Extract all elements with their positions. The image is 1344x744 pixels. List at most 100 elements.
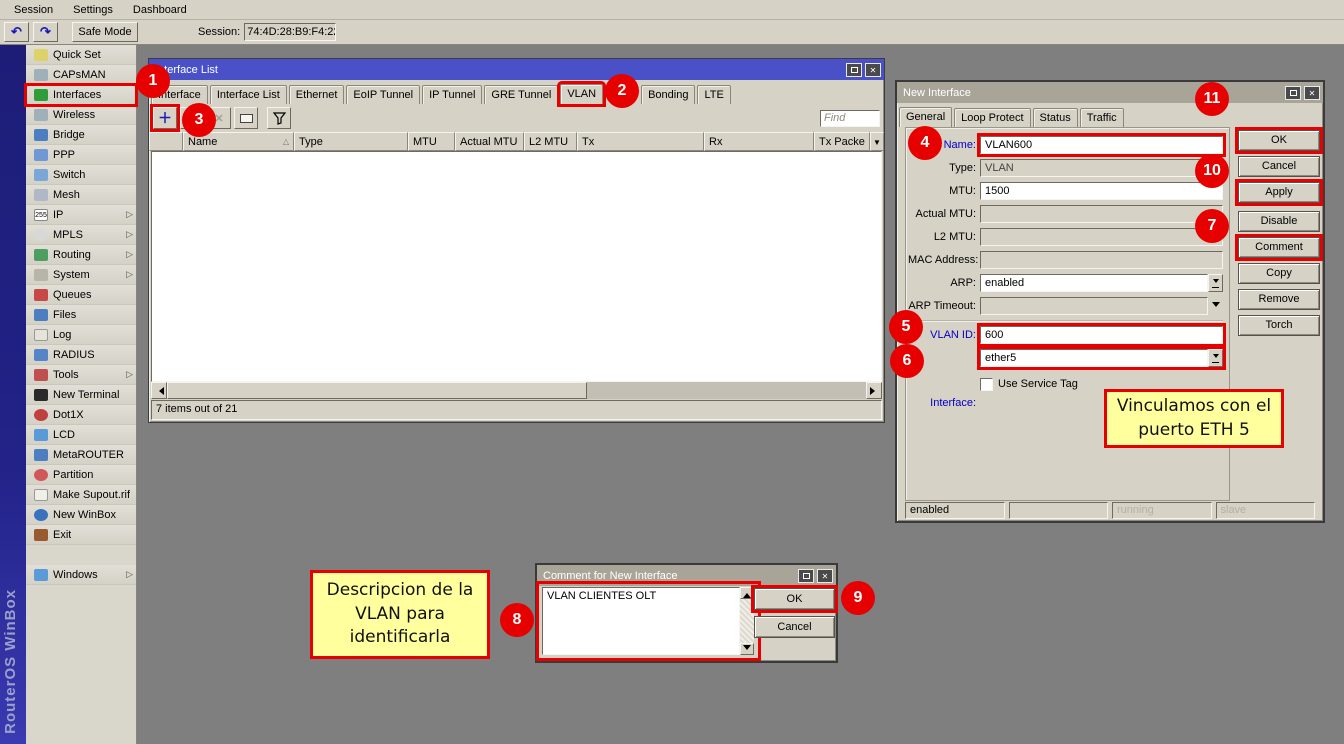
- sort-asc-icon: [283, 137, 289, 146]
- arrow-down-icon: [743, 645, 751, 654]
- column-l2-mtu[interactable]: L2 MTU: [524, 132, 577, 151]
- close-button[interactable]: [865, 63, 881, 77]
- sidebar-item-lcd[interactable]: LCD: [26, 425, 136, 445]
- menu-dashboard[interactable]: Dashboard: [123, 2, 197, 18]
- tab-loop-protect[interactable]: Loop Protect: [954, 108, 1030, 127]
- tab-traffic[interactable]: Traffic: [1080, 108, 1124, 127]
- tab-eoip-tunnel[interactable]: EoIP Tunnel: [346, 85, 420, 104]
- sidebar-item-radius[interactable]: RADIUS: [26, 345, 136, 365]
- sidebar-item-tools[interactable]: Tools: [26, 365, 136, 385]
- comment-button[interactable]: Comment: [1238, 237, 1320, 258]
- scroll-left-button[interactable]: [151, 382, 167, 399]
- find-input[interactable]: Find: [820, 110, 880, 127]
- session-input[interactable]: 74:4D:28:B9:F4:22: [244, 23, 336, 41]
- undo-button[interactable]: [4, 22, 29, 42]
- tab-status[interactable]: Status: [1033, 108, 1078, 127]
- sidebar-item-dot1x[interactable]: Dot1X: [26, 405, 136, 425]
- comment-textarea[interactable]: VLAN CLIENTES OLT: [542, 587, 740, 655]
- arp-select[interactable]: enabled: [980, 274, 1208, 292]
- sidebar-item-routing[interactable]: Routing: [26, 245, 136, 265]
- brand-logo: RouterOS WinBox: [2, 589, 19, 734]
- sidebar-item-new-terminal[interactable]: New Terminal: [26, 385, 136, 405]
- sidebar-item-ip[interactable]: IP: [26, 205, 136, 225]
- sidebar-item-files[interactable]: Files: [26, 305, 136, 325]
- name-input[interactable]: VLAN600: [980, 136, 1223, 154]
- sidebar-item-windows[interactable]: Windows: [26, 565, 136, 585]
- cancel-button[interactable]: Cancel: [1238, 156, 1320, 177]
- sidebar-item-new-winbox[interactable]: New WinBox: [26, 505, 136, 525]
- sidebar-item-queues[interactable]: Queues: [26, 285, 136, 305]
- comment-dialog-titlebar[interactable]: Comment for New Interface: [537, 565, 836, 586]
- interface-select[interactable]: ether5: [980, 349, 1208, 367]
- disable-button[interactable]: Disable: [1238, 211, 1320, 232]
- sidebar-item-ppp[interactable]: PPP: [26, 145, 136, 165]
- column-rx[interactable]: Rx: [704, 132, 814, 151]
- scroll-track[interactable]: [587, 382, 866, 399]
- interface-list-titlebar[interactable]: Interface List: [149, 59, 884, 80]
- sidebar-item-quick-set[interactable]: Quick Set: [26, 45, 136, 65]
- scroll-right-button[interactable]: [866, 382, 882, 399]
- sidebar-item-system[interactable]: System: [26, 265, 136, 285]
- close-button[interactable]: [1304, 86, 1320, 100]
- apply-button[interactable]: Apply: [1238, 182, 1320, 203]
- column-select[interactable]: [149, 132, 183, 151]
- sidebar-item-exit[interactable]: Exit: [26, 525, 136, 545]
- tab-interface-list[interactable]: Interface List: [210, 85, 287, 104]
- sidebar-item-make-supout[interactable]: Make Supout.rif: [26, 485, 136, 505]
- vertical-scrollbar[interactable]: [740, 587, 754, 655]
- redo-button[interactable]: [33, 22, 58, 42]
- sidebar-item-capsman[interactable]: CAPsMAN: [26, 65, 136, 85]
- add-button[interactable]: [153, 107, 177, 129]
- column-actual-mtu[interactable]: Actual MTU: [455, 132, 524, 151]
- vlan-id-input[interactable]: 600: [980, 326, 1223, 344]
- sidebar-item-log[interactable]: Log: [26, 325, 136, 345]
- column-type[interactable]: Type: [294, 132, 408, 151]
- maximize-button[interactable]: [846, 63, 862, 77]
- comment-cancel-button[interactable]: Cancel: [754, 616, 835, 638]
- maximize-button[interactable]: [1285, 86, 1301, 100]
- tab-lte[interactable]: LTE: [697, 85, 730, 104]
- scroll-down-button[interactable]: [740, 643, 754, 655]
- safe-mode-button[interactable]: Safe Mode: [72, 22, 138, 42]
- tab-ethernet[interactable]: Ethernet: [289, 85, 345, 104]
- arp-dropdown-button[interactable]: [1208, 274, 1223, 292]
- mtu-label: MTU:: [908, 185, 980, 197]
- tab-general[interactable]: General: [899, 107, 952, 127]
- copy-button[interactable]: Copy: [1238, 263, 1320, 284]
- ok-button[interactable]: OK: [1238, 130, 1320, 151]
- close-button[interactable]: [817, 569, 833, 583]
- column-tx-packet[interactable]: Tx Packe: [814, 132, 870, 151]
- tab-ip-tunnel[interactable]: IP Tunnel: [422, 85, 482, 104]
- menu-settings[interactable]: Settings: [63, 2, 123, 18]
- comment-ok-button[interactable]: OK: [754, 588, 835, 610]
- new-interface-titlebar[interactable]: New Interface: [897, 82, 1323, 103]
- interface-dropdown-button[interactable]: [1208, 349, 1223, 367]
- interface-table-body[interactable]: [151, 151, 882, 382]
- arp-timeout-dropdown-button[interactable]: [1208, 297, 1223, 315]
- column-select-dropdown[interactable]: [870, 132, 884, 151]
- use-service-tag-checkbox[interactable]: [980, 378, 993, 391]
- sidebar-item-wireless[interactable]: Wireless: [26, 105, 136, 125]
- mtu-input[interactable]: 1500: [980, 182, 1223, 200]
- column-mtu[interactable]: MTU: [408, 132, 455, 151]
- sidebar-item-switch[interactable]: Switch: [26, 165, 136, 185]
- maximize-button[interactable]: [798, 569, 814, 583]
- column-tx[interactable]: Tx: [577, 132, 704, 151]
- tab-gre-tunnel[interactable]: GRE Tunnel: [484, 85, 558, 104]
- torch-button[interactable]: Torch: [1238, 315, 1320, 336]
- sidebar-item-partition[interactable]: Partition: [26, 465, 136, 485]
- sidebar-item-mesh[interactable]: Mesh: [26, 185, 136, 205]
- remove-button[interactable]: Remove: [1238, 289, 1320, 310]
- sidebar-item-mpls[interactable]: MPLS: [26, 225, 136, 245]
- menu-session[interactable]: Session: [4, 2, 63, 18]
- sidebar-item-metarouter[interactable]: MetaROUTER: [26, 445, 136, 465]
- sidebar-item-interfaces[interactable]: Interfaces: [26, 85, 136, 105]
- scroll-up-button[interactable]: [740, 587, 754, 599]
- scrollbar-thumb[interactable]: [167, 382, 587, 399]
- sidebar-item-bridge[interactable]: Bridge: [26, 125, 136, 145]
- tab-bonding[interactable]: Bonding: [641, 85, 695, 104]
- filter-button[interactable]: [267, 107, 291, 129]
- tab-vlan[interactable]: VLAN: [560, 84, 603, 104]
- comment-button[interactable]: [234, 107, 258, 129]
- horizontal-scrollbar[interactable]: [151, 382, 882, 399]
